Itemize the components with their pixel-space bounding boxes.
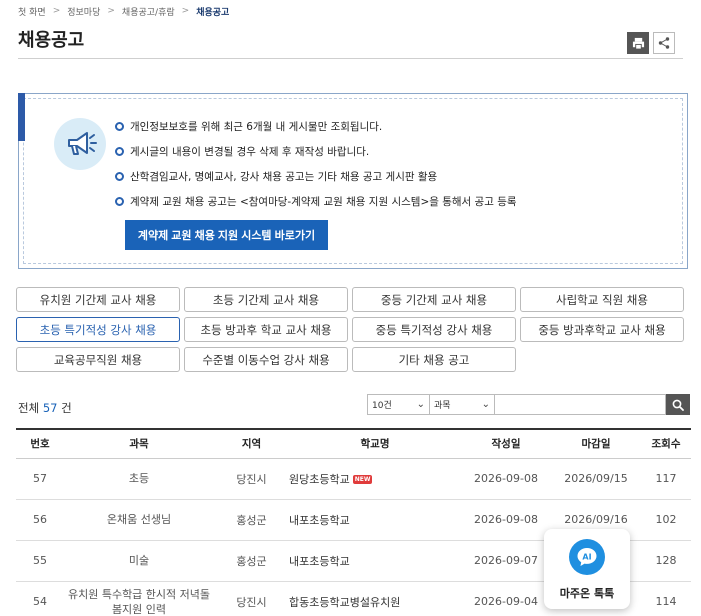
page-size-select[interactable]: 10건 ⌄ [367,394,430,415]
header-region: 지역 [214,428,289,459]
search-input[interactable] [495,394,666,415]
category-tabs: 유치원 기간제 교사 채용 초등 기간제 교사 채용 중등 기간제 교사 채용 … [16,287,686,372]
page-title: 채용공고 [18,30,85,51]
title-divider [18,58,683,59]
bullet-icon [115,122,124,131]
header-written: 작성일 [461,428,551,459]
notice-item: 개인정보보호를 위해 최근 6개월 내 게시물만 조회됩니다. [115,119,517,144]
chatbot-label: 마주온 톡톡 [559,587,615,600]
school-link[interactable]: 내포초등학교 [289,555,350,568]
chevron-down-icon: ⌄ [416,399,425,410]
breadcrumb: 첫 화면 > 정보마당 > 채용공고/휴람 > 채용공고 [18,4,229,18]
subject-select[interactable]: 과목 ⌄ [430,394,495,415]
notice-item: 계약제 교원 채용 공고는 <참여마당-계약제 교원 채용 지원 시스템>을 통… [115,194,517,219]
search-bar: 10건 ⌄ 과목 ⌄ [367,394,690,415]
chevron-down-icon: ⌄ [481,399,490,410]
category-tab[interactable]: 초등 방과후 학교 교사 채용 [184,317,348,342]
school-link[interactable]: 합동초등학교병설유치원 [289,596,400,609]
table-header-row: 번호 과목 지역 학교명 작성일 마감일 조회수 [16,428,691,459]
category-tab[interactable]: 교육공무직원 채용 [16,347,180,372]
chat-bubble-icon: AI [569,539,605,575]
chatbot-widget[interactable]: AI 마주온 톡톡 [544,529,630,609]
header-no: 번호 [16,428,64,459]
share-button[interactable] [653,32,675,54]
breadcrumb-current: 채용공고 [196,7,230,18]
breadcrumb-level1[interactable]: 정보마당 [67,5,100,18]
chevron-right-icon: > [107,6,115,16]
contract-teacher-system-button[interactable]: 계약제 교원 채용 지원 시스템 바로가기 [125,220,328,250]
new-badge: NEW [352,475,373,484]
header-views: 조회수 [641,428,691,459]
page-tools [627,32,675,54]
category-tab[interactable]: 유치원 기간제 교사 채용 [16,287,180,312]
bullet-icon [115,147,124,156]
notice-box: 개인정보보호를 위해 최근 6개월 내 게시물만 조회됩니다. 게시글의 내용이… [18,93,688,269]
bullet-icon [115,172,124,181]
svg-text:AI: AI [582,553,591,562]
category-tab[interactable]: 중등 기간제 교사 채용 [352,287,516,312]
category-tab[interactable]: 기타 채용 공고 [352,347,516,372]
notice-item: 게시글의 내용이 변경될 경우 삭제 후 재작성 바랍니다. [115,144,517,169]
breadcrumb-home[interactable]: 첫 화면 [18,5,46,18]
category-tab-active[interactable]: 초등 특기적성 강사 채용 [16,317,180,342]
bullet-icon [115,197,124,206]
category-tab[interactable]: 수준별 이동수업 강사 채용 [184,347,348,372]
notice-item: 산학겸임교사, 명예교사, 강사 채용 공고는 기타 채용 공고 게시판 활용 [115,169,517,194]
table-row[interactable]: 57 초등 당진시 원당초등학교 NEW 2026-09-08 2026/09/1… [16,458,691,500]
chevron-right-icon: > [52,6,61,16]
chevron-right-icon: > [181,6,190,16]
school-link[interactable]: 원당초등학교 [289,473,350,486]
total-count: 전체 57 건 [18,401,72,415]
school-link[interactable]: 내포초등학교 [289,514,350,527]
category-tab[interactable]: 중등 방과후학교 교사 채용 [520,317,684,342]
notice-list: 개인정보보호를 위해 최근 6개월 내 게시물만 조회됩니다. 게시글의 내용이… [115,119,517,219]
header-school: 학교명 [289,428,461,459]
total-number: 57 [42,401,58,415]
search-icon [672,399,684,411]
category-tab[interactable]: 중등 특기적성 강사 채용 [352,317,516,342]
header-deadline: 마감일 [551,428,641,459]
share-icon [658,37,670,49]
header-subject: 과목 [64,428,214,459]
print-button[interactable] [627,32,649,54]
category-tab[interactable]: 초등 기간제 교사 채용 [184,287,348,312]
notice-inner: 개인정보보호를 위해 최근 6개월 내 게시물만 조회됩니다. 게시글의 내용이… [23,98,683,264]
megaphone-icon [54,118,106,170]
breadcrumb-level2[interactable]: 채용공고/휴람 [122,5,175,18]
search-button[interactable] [666,394,690,415]
category-tab[interactable]: 사립학교 직원 채용 [520,287,684,312]
print-icon [632,37,644,50]
notice-accent-bar [18,93,25,141]
